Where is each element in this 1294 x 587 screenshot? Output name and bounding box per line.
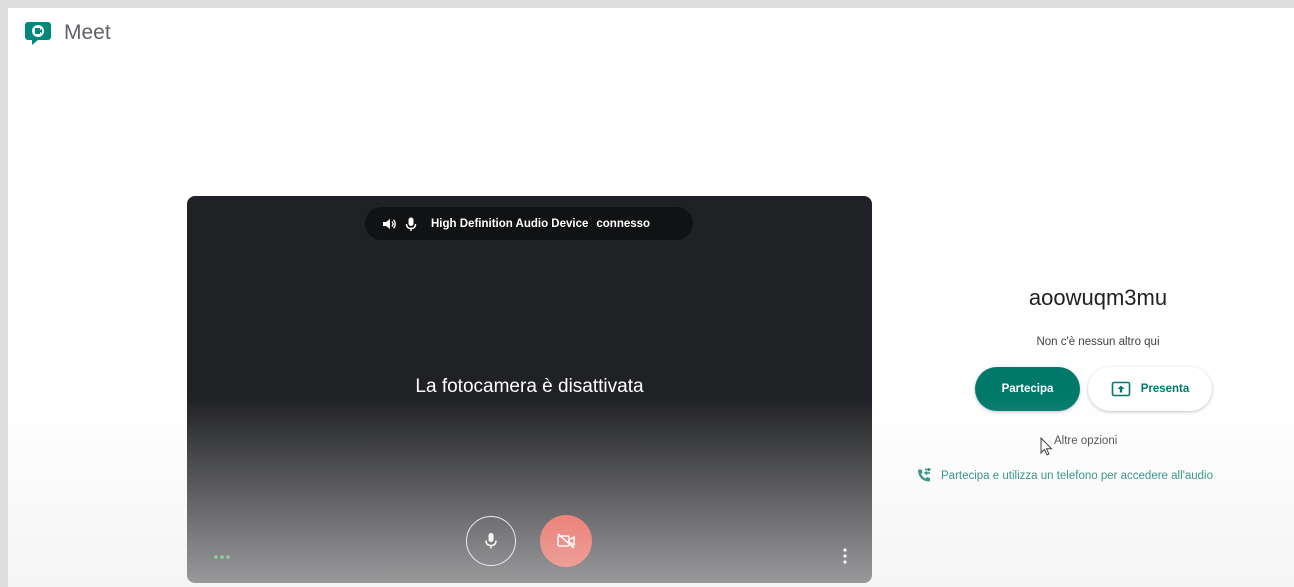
audio-device-status: High Definition Audio Device connesso [365, 207, 693, 240]
join-by-phone-link[interactable]: Partecipa e utilizza un telefono per acc… [916, 468, 1213, 484]
join-button-label: Partecipa [1001, 383, 1054, 395]
camera-toggle-button[interactable] [540, 515, 592, 567]
join-button[interactable]: Partecipa [975, 367, 1080, 411]
join-by-phone-label: Partecipa e utilizza un telefono per acc… [941, 470, 1213, 482]
audio-device-state: connesso [596, 217, 651, 230]
more-vert-icon [843, 548, 847, 564]
dots-horizontal-icon[interactable] [213, 554, 231, 560]
microphone-toggle-button[interactable] [466, 516, 516, 566]
present-button-label: Presenta [1140, 383, 1190, 395]
header: Meet [8, 8, 1294, 58]
audio-device-name: High Definition Audio Device [431, 217, 589, 230]
present-button[interactable]: Presenta [1088, 367, 1212, 411]
microphone-icon [485, 533, 497, 549]
meet-page: Meet High Definition Audio Device connes… [8, 8, 1294, 587]
google-meet-logo-icon[interactable] [24, 18, 52, 46]
speaker-icon [383, 218, 396, 229]
phone-forward-icon [918, 468, 932, 482]
more-options-menu-button[interactable] [839, 546, 851, 566]
more-options-label: Altre opzioni [1054, 435, 1118, 447]
microphone-icon [405, 217, 417, 231]
present-screen-icon [1111, 381, 1131, 397]
camera-off-icon [557, 533, 575, 549]
more-options-link[interactable]: Altre opzioni [1040, 435, 1117, 457]
camera-off-message: La fotocamera è disattivata [415, 376, 644, 397]
mouse-cursor-icon [1040, 437, 1053, 456]
meeting-code: aoowuqm3mu [1028, 285, 1168, 310]
app-title: Meet [64, 21, 111, 44]
camera-preview: High Definition Audio Device connesso La… [187, 196, 872, 583]
participants-status: Non c'è nessun altro qui [1036, 336, 1160, 348]
